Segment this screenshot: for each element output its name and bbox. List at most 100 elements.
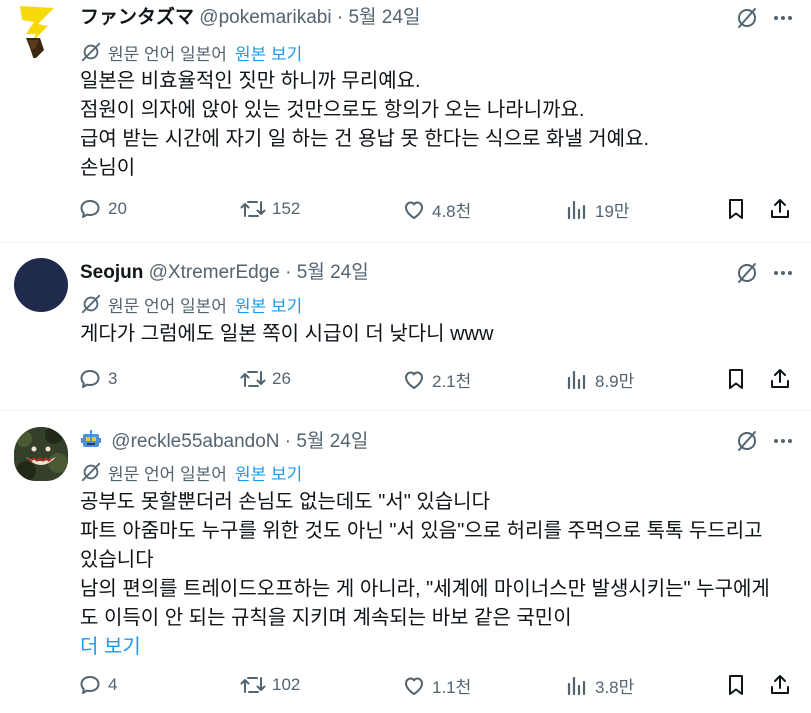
reply-icon [80, 370, 100, 388]
share-button[interactable] [768, 197, 792, 221]
separator-dot: · [284, 431, 292, 452]
separator-dot: · [285, 262, 292, 283]
like-icon [405, 371, 423, 389]
like-button[interactable]: 2.1천 [402, 367, 471, 392]
grok-icon[interactable] [735, 261, 759, 285]
views-count: 3.8만 [595, 678, 635, 697]
more-icon[interactable] [771, 429, 795, 453]
user-handle[interactable]: @reckle55abandoN [111, 431, 279, 452]
tweet-text-line: 손님이 [80, 157, 136, 179]
repost-count: 152 [272, 199, 301, 218]
bookmark-button[interactable] [724, 197, 748, 221]
tweet-text-line: 점원이 의자에 앉아 있는 것만으로도 항의가 오는 나라니까요. [80, 99, 585, 121]
share-icon [771, 199, 789, 218]
translation-bar: 원문 언어 일본어 원본 보기 [80, 41, 302, 69]
reply-button[interactable]: 3 [78, 367, 117, 391]
tweet[interactable]: Seojun @XtremerEdge · 5월 24일 원문 언어 일본어 원… [0, 242, 811, 411]
tweet-text-line: 남의 편의를 트레이드오프하는 게 아니라, "세계에 마이너스만 발생시키는"… [80, 578, 770, 600]
tweet-date[interactable]: 5월 24일 [297, 262, 369, 283]
tweet-text-line: 공부도 못할뿐더러 손님도 없는데도 "서" 있습니다 [80, 491, 490, 513]
bookmark-button[interactable] [724, 673, 748, 697]
repost-button[interactable]: 102 [240, 673, 300, 697]
show-original-link[interactable]: 원본 보기 [235, 296, 302, 318]
reply-icon [80, 200, 100, 218]
tweet[interactable]: ファンタズマ @pokemarikabi · 5월 24일 원문 언어 일본어 … [0, 0, 811, 242]
more-icon[interactable] [771, 6, 795, 30]
tweet-text-line: 급여 받는 시간에 자기 일 하는 건 용납 못 한다는 식으로 화낼 거예요. [80, 128, 650, 150]
tweet-text-line: 도 이득이 안 되는 규칙을 지키며 계속되는 바보 같은 국민이 [80, 607, 572, 629]
user-handle[interactable]: @pokemarikabi [199, 7, 331, 28]
show-original-link[interactable]: 원본 보기 [235, 44, 302, 66]
reply-count: 20 [108, 199, 127, 218]
repost-icon [240, 371, 266, 387]
repost-button[interactable]: 26 [240, 367, 291, 391]
repost-icon [240, 677, 266, 693]
tweet-text-line: 있습니다 [80, 549, 154, 571]
tweet-date[interactable]: 5월 24일 [296, 431, 368, 452]
user-handle[interactable]: @XtremerEdge [149, 262, 280, 283]
tweet-text-line: 파트 아줌마도 누구를 위한 것도 아닌 "서 있음"으로 허리를 주먹으로 톡… [80, 520, 763, 542]
tweet-actions: 3 26 2.1천 8.9만 [78, 367, 797, 393]
like-count: 1.1천 [432, 678, 472, 697]
like-count: 2.1천 [432, 372, 472, 391]
show-original-link[interactable]: 원본 보기 [235, 464, 302, 486]
grok-icon[interactable] [735, 429, 759, 453]
display-name[interactable]: ファンタズマ [80, 7, 194, 28]
grok-icon[interactable] [735, 6, 759, 30]
reply-count: 3 [108, 369, 118, 388]
bookmark-button[interactable] [724, 367, 748, 391]
share-button[interactable] [768, 367, 792, 391]
tweet-actions: 4 102 1.1천 3.8만 [78, 673, 797, 699]
tweet-text: 게다가 그럼에도 일본 쪽이 시급이 더 낮다니 www [80, 320, 781, 349]
translate-icon [80, 41, 102, 69]
like-icon [405, 677, 423, 695]
pikachu-tail-avatar-icon [20, 6, 54, 60]
views-icon [567, 676, 586, 695]
views-button[interactable]: 3.8만 [565, 673, 634, 698]
views-count: 8.9만 [595, 372, 635, 391]
tweet-date[interactable]: 5월 24일 [348, 7, 420, 28]
bookmark-icon [729, 199, 743, 219]
avatar[interactable] [14, 427, 68, 481]
repost-icon [240, 201, 266, 217]
display-name[interactable]: Seojun [80, 262, 143, 283]
like-button[interactable]: 1.1천 [402, 673, 471, 698]
more-icon[interactable] [771, 261, 795, 285]
views-button[interactable]: 8.9만 [565, 367, 634, 392]
reply-button[interactable]: 4 [78, 673, 117, 697]
reply-button[interactable]: 20 [78, 197, 127, 221]
translation-bar: 원문 언어 일본어 원본 보기 [80, 293, 302, 321]
translate-icon [80, 461, 102, 489]
translation-label: 원문 언어 일본어 [108, 45, 227, 64]
like-count: 4.8천 [432, 202, 472, 221]
show-more-link[interactable]: 더 보기 [80, 633, 781, 662]
tweet-text: 일본은 비효율적인 짓만 하니까 무리예요. 점원이 의자에 앉아 있는 것만으… [80, 67, 781, 183]
translate-icon [80, 293, 102, 321]
share-icon [771, 675, 789, 694]
camo-hood-avatar-icon [14, 427, 68, 481]
avatar[interactable] [14, 258, 68, 312]
like-button[interactable]: 4.8천 [402, 197, 471, 222]
tweet-text-line: 게다가 그럼에도 일본 쪽이 시급이 더 낮다니 www [80, 323, 494, 345]
like-icon [405, 201, 423, 219]
tweet-header: ファンタズマ @pokemarikabi · 5월 24일 [80, 6, 731, 30]
share-icon [771, 369, 789, 388]
bookmark-icon [729, 369, 743, 389]
repost-count: 26 [272, 369, 291, 388]
tweet-text-line: 일본은 비효율적인 짓만 하니까 무리예요. [80, 70, 421, 92]
robot-emoji-icon [80, 429, 102, 451]
tweet-header-actions [735, 261, 795, 285]
tweet[interactable]: @reckle55abandoN · 5월 24일 원문 언어 일본어 원본 보… [0, 410, 811, 713]
repost-button[interactable]: 152 [240, 197, 300, 221]
views-icon [567, 200, 586, 219]
translation-label: 원문 언어 일본어 [108, 465, 227, 484]
views-icon [567, 370, 586, 389]
views-button[interactable]: 19만 [565, 197, 630, 222]
bookmark-icon [729, 675, 743, 695]
repost-count: 102 [272, 675, 301, 694]
tweet-header-actions [735, 429, 795, 453]
translation-label: 원문 언어 일본어 [108, 297, 227, 316]
tweet-actions: 20 152 4.8천 19만 [78, 197, 797, 223]
avatar[interactable] [14, 4, 68, 60]
share-button[interactable] [768, 673, 792, 697]
